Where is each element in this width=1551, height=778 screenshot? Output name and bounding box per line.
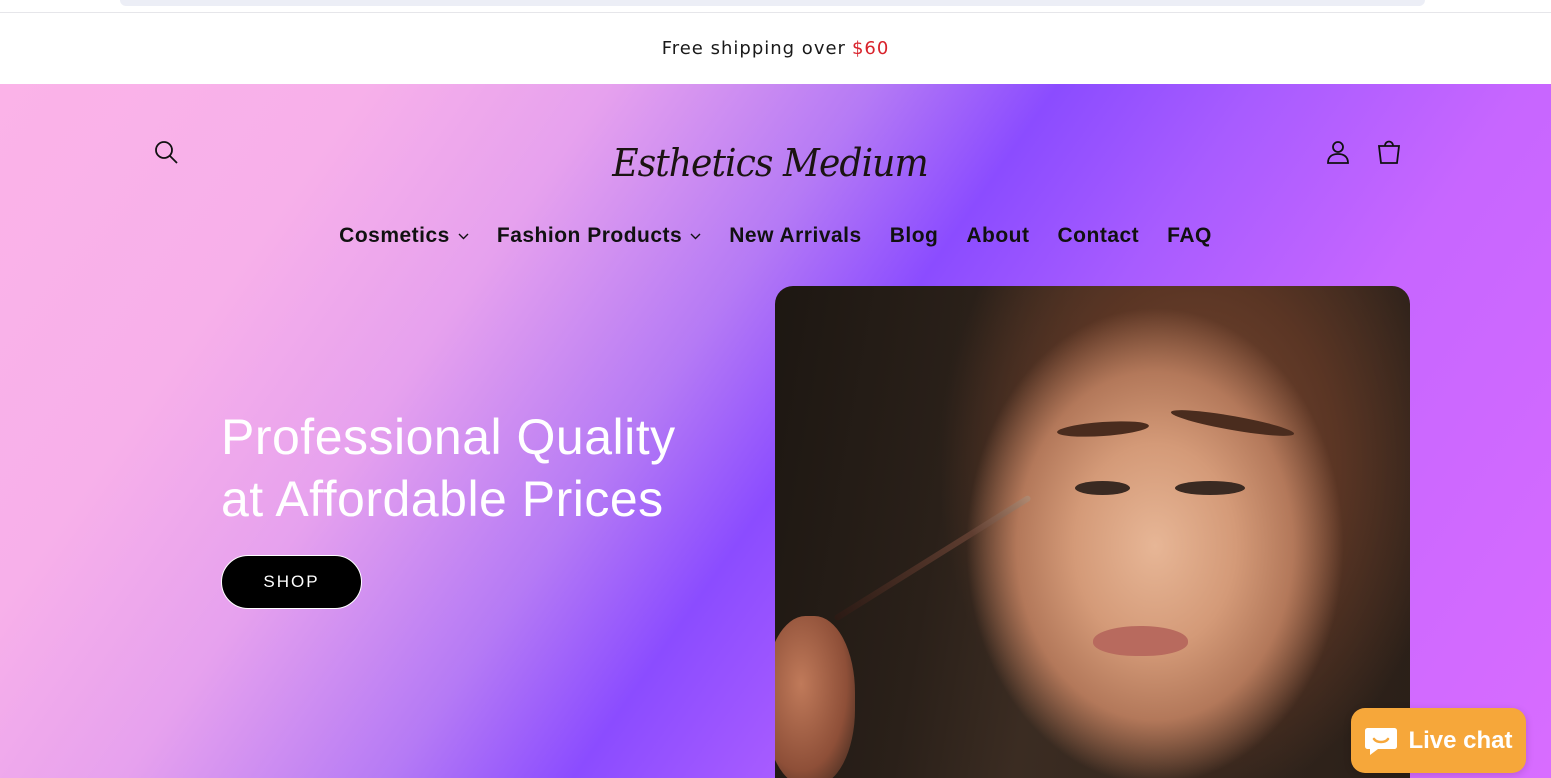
main-nav: Cosmetics Fashion Products New Arrivals … xyxy=(0,216,1551,256)
nav-label: New Arrivals xyxy=(729,224,862,247)
hero-image-detail xyxy=(775,616,855,778)
hero-image-detail xyxy=(1093,626,1188,656)
hero-section: Esthetics Medium Cosmetics Fashion Produ… xyxy=(0,84,1551,778)
shop-button[interactable]: SHOP xyxy=(221,555,362,609)
nav-label: Contact xyxy=(1057,224,1140,247)
chevron-down-icon xyxy=(458,233,469,240)
live-chat-label: Live chat xyxy=(1408,726,1513,754)
chevron-down-icon xyxy=(690,233,701,240)
nav-item-contact[interactable]: Contact xyxy=(1044,216,1154,256)
address-bar-edge xyxy=(120,0,1425,6)
search-icon[interactable] xyxy=(150,136,182,168)
nav-label: FAQ xyxy=(1167,224,1212,247)
nav-label: Cosmetics xyxy=(339,224,450,247)
nav-label: Blog xyxy=(889,224,939,247)
hero-image-detail xyxy=(833,494,1032,622)
nav-item-new-arrivals[interactable]: New Arrivals xyxy=(715,216,875,256)
nav-item-blog[interactable]: Blog xyxy=(876,216,953,256)
hero-image-detail xyxy=(1175,481,1245,495)
hero-image-detail xyxy=(1056,418,1150,440)
hero-image-detail xyxy=(1169,405,1296,441)
nav-item-cosmetics[interactable]: Cosmetics xyxy=(325,216,483,256)
hero-image xyxy=(775,286,1410,778)
announcement-bar: Free shipping over $60 xyxy=(0,13,1551,84)
nav-item-fashion-products[interactable]: Fashion Products xyxy=(483,216,715,256)
live-chat-button[interactable]: Live chat xyxy=(1351,708,1526,773)
chat-bubble-icon xyxy=(1365,727,1398,755)
announcement-price: $60 xyxy=(851,38,890,59)
nav-item-about[interactable]: About xyxy=(952,216,1043,256)
hero-title: Professional Quality at Affordable Price… xyxy=(221,406,761,530)
announcement-text: Free shipping over xyxy=(661,38,846,59)
cart-icon[interactable] xyxy=(1373,136,1405,168)
site-logo[interactable]: Esthetics Medium xyxy=(590,128,951,198)
browser-top-strip xyxy=(0,0,1551,13)
hero-image-detail xyxy=(1075,481,1130,495)
hero-title-line1: Professional Quality xyxy=(221,409,676,465)
nav-item-faq[interactable]: FAQ xyxy=(1153,216,1226,256)
hero-title-line2: at Affordable Prices xyxy=(221,471,664,527)
nav-label: About xyxy=(966,224,1030,247)
account-icon[interactable] xyxy=(1322,136,1354,168)
nav-label: Fashion Products xyxy=(496,224,683,247)
